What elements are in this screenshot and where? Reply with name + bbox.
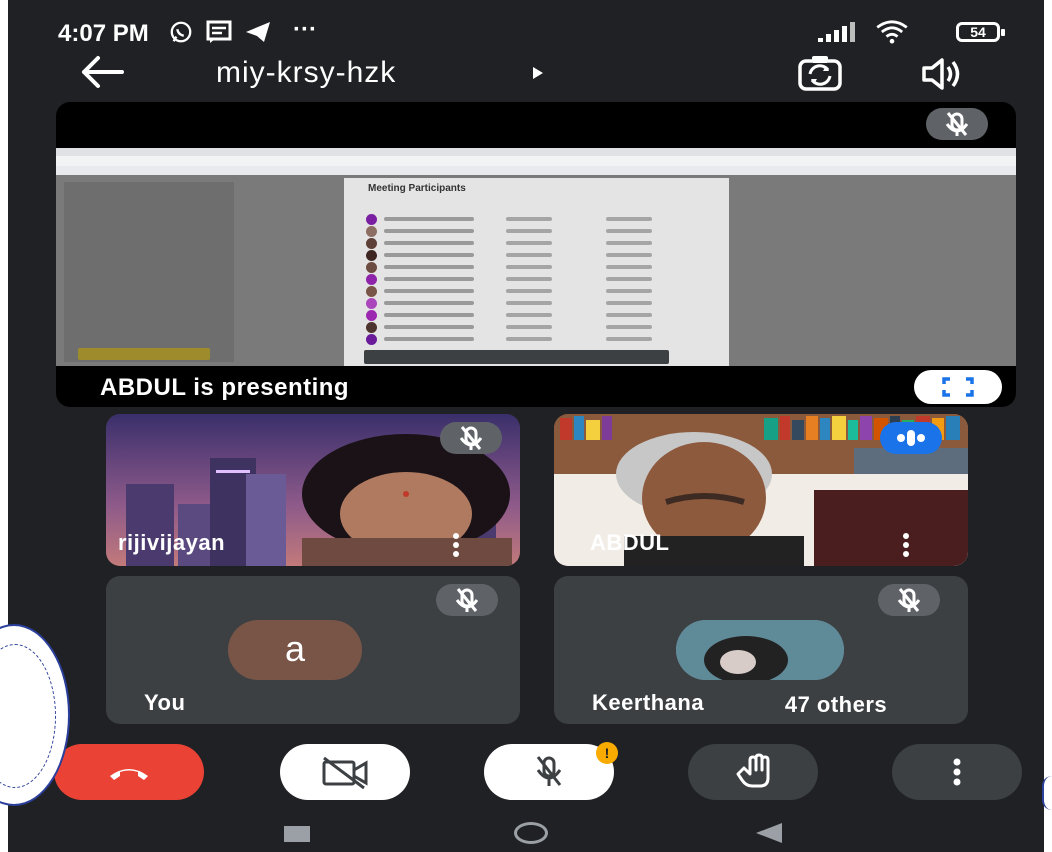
call-controls: ! — [8, 742, 1044, 804]
hang-up-icon — [110, 769, 148, 780]
mic-off-icon — [459, 426, 483, 450]
mic-off-icon — [536, 756, 562, 786]
you-muted-badge — [436, 584, 498, 616]
participant-tile-keerthana[interactable]: Keerthana 47 others — [554, 576, 968, 724]
tile-name-abdul: ABDUL — [590, 530, 670, 555]
whatsapp-icon — [170, 21, 192, 43]
battery-icon: 54 — [956, 22, 1005, 42]
abdul-speaking-badge — [880, 422, 942, 454]
shared-screen: Meeting Participants — [56, 148, 1016, 366]
avatar-you: a — [228, 620, 362, 680]
more-vert-icon — [953, 758, 961, 786]
tile-name-you: You — [144, 690, 186, 715]
participant-row — [366, 322, 706, 333]
system-nav-bar — [8, 812, 1044, 852]
speaking-indicator-icon — [897, 430, 925, 446]
meeting-code[interactable]: miy-krsy-hzk — [216, 56, 396, 90]
participant-row — [366, 250, 706, 261]
wifi-icon — [876, 20, 908, 44]
more-options-button[interactable] — [892, 744, 1022, 800]
participant-row — [366, 214, 706, 225]
camera-toggle-button[interactable] — [280, 744, 410, 800]
more-vert-icon[interactable] — [902, 532, 910, 558]
participant-row — [366, 298, 706, 309]
participant-row — [366, 310, 706, 321]
participant-row — [366, 226, 706, 237]
signal-icon — [818, 22, 855, 42]
participant-tile-rijivijayan[interactable]: rijivijayan — [106, 414, 520, 566]
mic-toggle-button[interactable] — [484, 744, 614, 800]
screen-share-toast — [364, 350, 669, 364]
rijivijayan-muted-badge — [440, 422, 502, 454]
avatar-keerthana — [676, 620, 844, 680]
more-vert-icon[interactable] — [452, 532, 460, 558]
fullscreen-icon — [942, 377, 974, 397]
browser-address-bar — [56, 156, 1016, 166]
participant-tile-you[interactable]: a You — [106, 576, 520, 724]
participant-row — [366, 262, 706, 273]
fullscreen-button[interactable] — [914, 370, 1002, 404]
dialog-title: Meeting Participants — [368, 183, 466, 194]
keerthana-photo — [676, 620, 844, 680]
mic-off-icon — [455, 588, 479, 612]
recents-icon[interactable] — [284, 826, 310, 842]
others-count-pill[interactable]: 47 others — [728, 690, 944, 720]
participant-tile-abdul[interactable]: ABDUL — [554, 414, 968, 566]
presenter-muted-badge — [926, 108, 988, 140]
home-icon[interactable] — [514, 822, 548, 844]
participant-row — [366, 238, 706, 249]
meeting-header: miy-krsy-hzk — [8, 50, 1044, 96]
participant-row — [366, 334, 706, 345]
end-call-button[interactable] — [54, 744, 204, 800]
camera-off-icon — [322, 756, 368, 790]
switch-camera-icon[interactable] — [798, 54, 842, 92]
presentation-card[interactable]: Meeting Participants ABDUL is presenting — [56, 102, 1016, 407]
browser-bookmarks-bar — [56, 166, 1016, 175]
phone-screen: 4:07 PM ··· 54 miy-krsy-hzk Meeting Part… — [8, 0, 1044, 852]
shared-side-panel — [64, 182, 234, 362]
back-arrow-icon[interactable] — [78, 52, 128, 92]
participants-dialog: Meeting Participants — [344, 178, 729, 366]
participant-row — [366, 286, 706, 297]
caret-right-icon[interactable] — [532, 66, 544, 80]
mic-off-icon — [945, 112, 969, 136]
tile-name-keerthana: Keerthana — [592, 690, 705, 715]
back-triangle-icon[interactable] — [754, 822, 784, 844]
hand-icon — [736, 753, 770, 788]
message-icon — [206, 20, 232, 43]
raise-hand-button[interactable] — [688, 744, 818, 800]
shared-yellow-button — [78, 348, 210, 360]
status-time: 4:07 PM — [58, 20, 149, 47]
telegram-icon — [246, 22, 270, 42]
more-notifications-icon: ··· — [293, 16, 317, 43]
keerthana-muted-badge — [878, 584, 940, 616]
mic-warning-badge: ! — [596, 742, 618, 764]
margin-mark — [1042, 776, 1052, 810]
speaker-icon[interactable] — [920, 56, 964, 92]
tile-name-rijivijayan: rijivijayan — [118, 530, 226, 555]
browser-tab-bar — [56, 148, 1016, 156]
presenting-label: ABDUL is presenting — [100, 374, 350, 401]
participant-row — [366, 274, 706, 285]
mic-off-icon — [897, 588, 921, 612]
